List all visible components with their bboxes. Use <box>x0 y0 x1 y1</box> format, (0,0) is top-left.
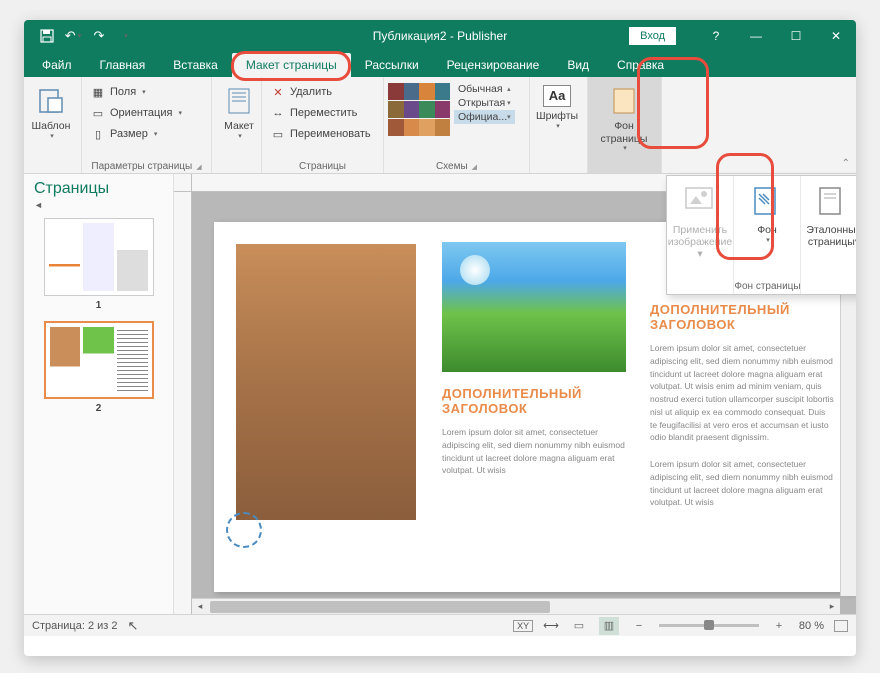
placeholder-circle[interactable] <box>226 512 262 548</box>
document-heading-1[interactable]: ДОПОЛНИТЕЛЬНЫЙ ЗАГОЛОВОК <box>442 386 626 416</box>
group-schemes: Схемы <box>384 161 529 172</box>
tab-file[interactable]: Файл <box>28 53 86 77</box>
size-button[interactable]: ▯Размер▾ <box>86 124 207 144</box>
help-icon[interactable]: ? <box>696 20 736 51</box>
layout-button[interactable]: Макет▾ <box>216 79 262 141</box>
document-heading-2[interactable]: ДОПОЛНИТЕЛЬНЫЙ ЗАГОЛОВОК <box>650 302 834 332</box>
scheme-official[interactable]: Официа...▾ <box>454 110 515 124</box>
horizontal-scrollbar[interactable]: ◂ ▸ <box>192 598 840 614</box>
tab-help[interactable]: Справка <box>603 53 678 77</box>
titlebar: ↶▾ ↷ ▾ Публикация2 - Publisher Вход ? — … <box>24 20 856 51</box>
minimize-icon[interactable]: — <box>736 20 776 51</box>
scheme-open[interactable]: Открытая▾ <box>454 96 515 110</box>
master-pages-icon <box>818 186 850 218</box>
tab-home[interactable]: Главная <box>86 53 160 77</box>
scroll-left-icon[interactable]: ◂ <box>192 599 208 615</box>
layout-icon <box>223 85 255 117</box>
move-icon: ↔ <box>270 105 286 121</box>
login-button[interactable]: Вход <box>629 27 676 45</box>
delete-button[interactable]: ✕Удалить <box>266 82 379 102</box>
group-page-params: Параметры страницы <box>82 161 211 172</box>
orientation-icon: ▭ <box>90 105 106 121</box>
status-dimensions-icon: ⟷ <box>543 619 559 632</box>
apply-image-button: Применить изображение ▾ <box>667 176 734 294</box>
undo-icon[interactable]: ↶▾ <box>62 25 84 47</box>
ribbon-tabs: Файл Главная Вставка Макет страницы Расс… <box>24 51 856 77</box>
dropdown-background-button[interactable]: Фон ▾ <box>734 176 801 294</box>
color-scheme-gallery[interactable] <box>388 83 450 139</box>
margins-icon: ▦ <box>90 84 106 100</box>
margins-button[interactable]: ▦Поля▾ <box>86 82 207 102</box>
tab-mailings[interactable]: Рассылки <box>351 53 433 77</box>
sidebar-title: Страницы <box>34 180 163 198</box>
size-icon: ▯ <box>90 126 106 142</box>
maximize-icon[interactable]: ☐ <box>776 20 816 51</box>
fonts-icon: Aa <box>543 85 571 107</box>
window-title: Публикация2 - Publisher <box>373 29 507 43</box>
page-background-button[interactable]: Фон страницы▾ <box>592 79 656 154</box>
statusbar: Страница: 2 из 2 ↖ XY ⟷ ▭ ▥ − + 80 % <box>24 614 856 636</box>
tab-review[interactable]: Рецензирование <box>433 53 554 77</box>
qat-customize-icon[interactable]: ▾ <box>114 25 136 47</box>
tab-page-layout[interactable]: Макет страницы <box>232 53 351 77</box>
zoom-value[interactable]: 80 % <box>799 620 824 632</box>
template-button[interactable]: Шаблон▾ <box>28 79 74 141</box>
scheme-normal[interactable]: Обычная▴ <box>454 82 515 96</box>
tab-insert[interactable]: Вставка <box>159 53 232 77</box>
document-image-1[interactable] <box>234 242 418 522</box>
save-icon[interactable] <box>36 25 58 47</box>
view-spread-icon[interactable]: ▥ <box>599 617 619 635</box>
document-image-2[interactable] <box>442 242 626 372</box>
ruler-corner <box>174 174 192 192</box>
fonts-button[interactable]: Aa Шрифты▾ <box>534 79 580 131</box>
template-icon <box>35 85 67 117</box>
page-number-2: 2 <box>34 403 163 414</box>
page-background-icon <box>608 85 640 117</box>
collapse-ribbon-icon[interactable]: ⌃ <box>842 158 850 169</box>
status-indicator: XY <box>513 620 533 632</box>
sidebar-collapse-icon[interactable]: ◄ <box>34 200 163 210</box>
page-thumbnail-1[interactable] <box>44 218 154 296</box>
dropdown-background-icon <box>751 186 783 218</box>
master-pages-button[interactable]: Эталонные страницы▾ <box>801 176 856 294</box>
group-pages: Страницы <box>262 161 383 172</box>
zoom-in-button[interactable]: + <box>769 617 789 635</box>
ribbon: Шаблон▾ ▦Поля▾ ▭Ориентация▾ ▯Размер▾ Пар… <box>24 77 856 174</box>
delete-icon: ✕ <box>270 84 286 100</box>
close-icon[interactable]: ✕ <box>816 20 856 51</box>
apply-image-icon <box>684 186 716 218</box>
redo-icon[interactable]: ↷ <box>88 25 110 47</box>
document-text-2[interactable]: Lorem ipsum dolor sit amet, consectetuer… <box>650 342 834 444</box>
scroll-thumb[interactable] <box>210 601 550 613</box>
orientation-button[interactable]: ▭Ориентация▾ <box>86 103 207 123</box>
background-dropdown: Применить изображение ▾ Фон ▾ Эталонные … <box>666 175 856 295</box>
zoom-out-button[interactable]: − <box>629 617 649 635</box>
document-text-3[interactable]: Lorem ipsum dolor sit amet, consectetuer… <box>650 458 834 509</box>
rename-icon: ▭ <box>270 126 286 142</box>
page-number-1: 1 <box>34 300 163 311</box>
status-page[interactable]: Страница: 2 из 2 <box>32 620 118 632</box>
zoom-fit-icon[interactable] <box>834 620 848 632</box>
dropdown-group-label: Фон страницы <box>667 281 856 292</box>
tab-view[interactable]: Вид <box>553 53 603 77</box>
page-thumbnail-2[interactable] <box>44 321 154 399</box>
zoom-slider[interactable] <box>659 624 759 627</box>
move-button[interactable]: ↔Переместить <box>266 103 379 123</box>
pages-sidebar: Страницы ◄ 1 2 <box>24 174 174 614</box>
ruler-vertical[interactable] <box>174 192 192 614</box>
rename-button[interactable]: ▭Переименовать <box>266 124 379 144</box>
scroll-right-icon[interactable]: ▸ <box>824 599 840 615</box>
document-text-1[interactable]: Lorem ipsum dolor sit amet, consectetuer… <box>442 426 626 477</box>
view-single-icon[interactable]: ▭ <box>569 617 589 635</box>
cursor-icon: ↖ <box>128 618 139 634</box>
